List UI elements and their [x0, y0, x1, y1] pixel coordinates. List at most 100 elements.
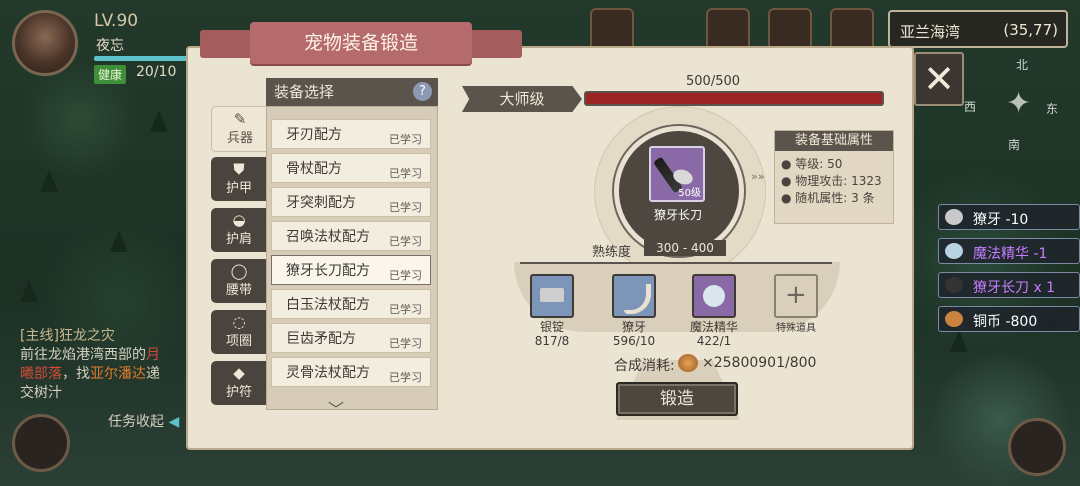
material-name: 獠牙: [621, 320, 646, 334]
bowl-rim: [520, 262, 832, 264]
home-button[interactable]: [1008, 418, 1066, 476]
grade-progress-bar: [584, 91, 884, 106]
item-name: 獠牙长刀: [653, 208, 702, 222]
help-icon[interactable]: ?: [413, 82, 432, 101]
notification-text: 獠牙长刀 x 1: [973, 280, 1056, 296]
material-slot[interactable]: [530, 274, 574, 318]
attribute-panel: 装备基础属性 ● 等级: 50 ● 物理攻击: 1323 ● 随机属性: 3 条: [774, 130, 894, 224]
quest-text: 交树汁: [20, 385, 62, 401]
recipe-item[interactable]: 牙突刺配方 已学习: [271, 187, 431, 217]
notification-text: 獠牙 -10: [973, 212, 1029, 228]
fang-icon: [945, 209, 963, 225]
player-level: LV.90: [94, 11, 139, 31]
silver-ingot-icon: [540, 288, 564, 302]
cost-value: ×25800901/800: [702, 355, 817, 371]
recipe-item-selected[interactable]: 獠牙长刀配方 已学习: [271, 255, 431, 285]
quest-collapse-button[interactable]: 任务收起 ◀: [108, 411, 179, 431]
health-value: 20/10: [136, 64, 177, 80]
attribute-row: ● 随机属性: 3 条: [781, 191, 875, 205]
tab-label: 护符: [225, 385, 252, 400]
quest-tracker[interactable]: [主线]狂龙之灾 前往龙焰港湾西部的月 曦部落，找亚尔潘达递 交树汁: [20, 327, 190, 403]
material-name: 魔法精华: [689, 320, 738, 334]
special-item-slot[interactable]: +: [774, 274, 818, 318]
material-label: 獠牙 596/10: [594, 320, 674, 348]
compass: 北 东 南 西 ✦: [964, 58, 1070, 152]
notification-text: 铜币 -800: [973, 314, 1038, 330]
collapse-arrow-icon: ◀: [168, 414, 180, 430]
attribute-row: ● 物理攻击: 1323: [781, 174, 882, 188]
location-bar[interactable]: 亚兰海湾 (35,77): [888, 10, 1068, 48]
recipe-status: 已学习: [389, 303, 422, 316]
armor-icon: ⛊: [233, 160, 245, 178]
recipe-status: 已学习: [389, 269, 422, 282]
blade-icon: [945, 277, 963, 293]
material-label: 特殊道具: [756, 322, 836, 336]
fang-icon: [624, 284, 651, 314]
quest-highlight: 曦部落: [20, 366, 62, 382]
item-level: 50级: [678, 188, 701, 199]
quest-text: 前往龙焰港湾西部的: [20, 347, 146, 363]
recipe-name: 巨齿矛配方: [286, 331, 356, 347]
belt-icon: ◯: [230, 262, 248, 280]
recipe-name: 召唤法杖配方: [286, 229, 370, 245]
compass-rose-icon: ✦: [1006, 86, 1032, 121]
location-coords: (35,77): [1003, 21, 1058, 39]
notification-text: 魔法精华 -1: [973, 246, 1048, 262]
sword-icon: ✎: [233, 110, 247, 128]
copper-coin-icon: [945, 311, 963, 327]
mail-button[interactable]: [12, 414, 70, 472]
tab-belt[interactable]: ◯ 腰带: [211, 259, 267, 303]
tab-armor[interactable]: ⛊ 护甲: [211, 157, 267, 201]
magic-essence-icon: [703, 285, 725, 307]
tab-label: 项圈: [225, 334, 252, 349]
scroll-down-chevron-icon[interactable]: ﹀: [328, 396, 344, 420]
health-status-badge: 健康: [94, 65, 127, 84]
location-name: 亚兰海湾: [900, 23, 961, 41]
recipe-status: 已学习: [389, 337, 422, 350]
recipe-item[interactable]: 白玉法杖配方 已学习: [271, 289, 431, 319]
grade-progress-value: 500/500: [686, 74, 741, 89]
material-count: 817/8: [534, 334, 570, 348]
tab-amulet[interactable]: ◆ 护符: [211, 361, 267, 405]
recipe-status: 已学习: [389, 167, 422, 180]
material-count: 422/1: [696, 334, 732, 348]
loot-notification: 铜币 -800: [938, 306, 1080, 332]
close-button[interactable]: ✕: [914, 52, 964, 106]
tab-collar[interactable]: ◌ 项圈: [211, 310, 267, 354]
recipe-item[interactable]: 巨齿矛配方 已学习: [271, 323, 431, 353]
plus-icon: +: [785, 280, 807, 310]
recipe-name: 牙突刺配方: [286, 195, 356, 211]
forge-button[interactable]: 锻造: [616, 382, 738, 416]
attribute-header: 装备基础属性: [775, 131, 893, 151]
quest-collapse-label: 任务收起: [108, 414, 164, 430]
compass-east: 东: [1046, 102, 1059, 116]
quest-text: ，找: [62, 366, 90, 382]
shoulder-icon: ◒: [232, 211, 246, 229]
amulet-icon: ◆: [233, 364, 245, 382]
player-avatar[interactable]: [12, 10, 78, 76]
loot-notification: 魔法精华 -1: [938, 238, 1080, 264]
tab-label: 兵器: [226, 131, 253, 146]
material-slot[interactable]: [692, 274, 736, 318]
copper-coin-icon: [678, 354, 698, 372]
recipe-item[interactable]: 召唤法杖配方 已学习: [271, 221, 431, 251]
proficiency-value: 300 - 400: [644, 240, 726, 256]
tree: [20, 280, 38, 302]
tab-weapon[interactable]: ✎ 兵器: [211, 106, 269, 152]
forge-item-slot[interactable]: 50级: [649, 146, 705, 202]
collar-icon: ◌: [232, 313, 246, 331]
recipe-item[interactable]: 灵骨法杖配方 已学习: [271, 357, 431, 387]
recipe-name: 骨杖配方: [286, 161, 342, 177]
compass-north: 北: [1016, 58, 1029, 72]
player-name: 夜忘: [96, 38, 124, 54]
recipe-name: 白玉法杖配方: [286, 297, 370, 313]
proficiency-label: 熟练度: [592, 245, 632, 260]
recipe-item[interactable]: 牙刃配方 已学习: [271, 119, 431, 149]
material-slot[interactable]: [612, 274, 656, 318]
recipe-list[interactable]: 牙刃配方 已学习 骨杖配方 已学习 牙突刺配方 已学习 召唤法杖配方 已学习 獠…: [266, 106, 438, 410]
recipe-status: 已学习: [389, 235, 422, 248]
loot-notification: 獠牙 -10: [938, 204, 1080, 230]
tab-shoulder[interactable]: ◒ 护肩: [211, 208, 267, 252]
tree: [950, 330, 968, 352]
recipe-item[interactable]: 骨杖配方 已学习: [271, 153, 431, 183]
